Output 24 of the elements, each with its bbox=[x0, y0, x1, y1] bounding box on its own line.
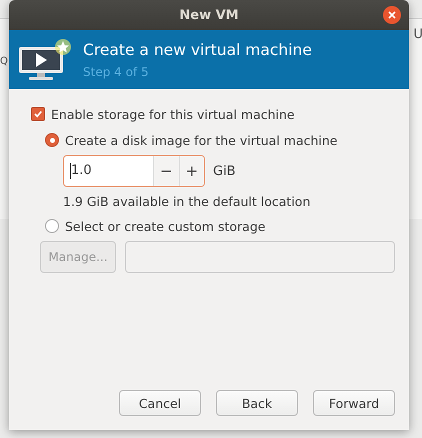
step-indicator: Step 4 of 5 bbox=[83, 64, 150, 78]
checkbox-label: Enable storage for this virtual machine bbox=[51, 106, 295, 122]
size-spin-field[interactable]: 1.0 − + bbox=[63, 155, 205, 187]
radio-button[interactable] bbox=[45, 219, 59, 233]
close-button[interactable] bbox=[383, 6, 401, 24]
radio-label: Select or create custom storage bbox=[65, 218, 266, 234]
radio-button[interactable] bbox=[45, 133, 59, 147]
dialog-button[interactable]: Cancel bbox=[119, 390, 201, 416]
monitor-play-icon bbox=[17, 36, 73, 82]
header-title: Create a new virtual machine bbox=[83, 40, 312, 58]
background-text: U bbox=[413, 27, 422, 42]
radio-label: Create a disk image for the virtual machine bbox=[65, 132, 338, 148]
close-icon bbox=[387, 10, 397, 20]
dialog-button[interactable]: Forward bbox=[313, 390, 395, 416]
dialog-button[interactable]: Back bbox=[216, 390, 298, 416]
available-space-text: 1.9 GiB available in the default location bbox=[63, 194, 312, 209]
decrement-button[interactable]: − bbox=[153, 156, 178, 186]
background-text: Q bbox=[0, 56, 8, 67]
storage-path-field[interactable] bbox=[125, 241, 395, 273]
checkbox[interactable] bbox=[31, 107, 45, 121]
window-title: New VM bbox=[179, 8, 239, 22]
unit-label: GiB bbox=[213, 164, 236, 178]
check-icon bbox=[33, 109, 43, 119]
increment-button[interactable]: + bbox=[178, 156, 204, 186]
